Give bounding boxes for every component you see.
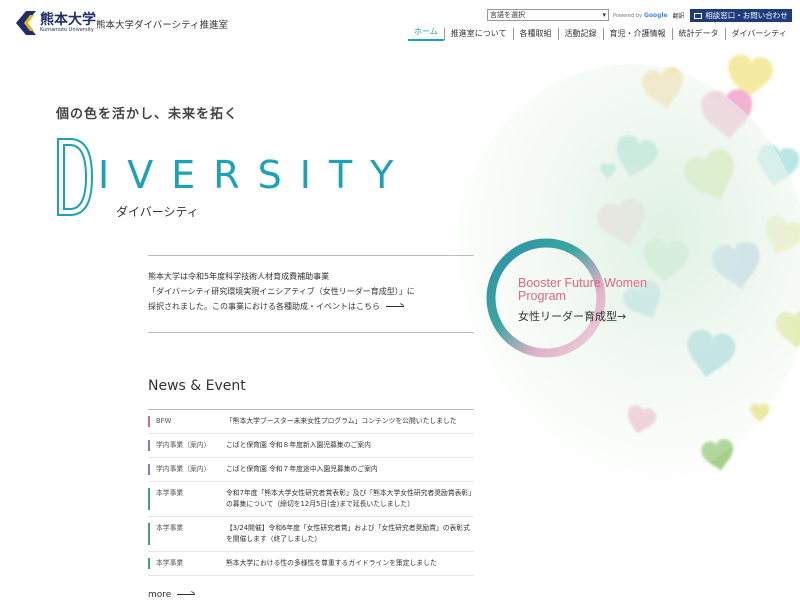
news-list: BFW 「熊本大学ブースター未来女性プログラム」コンテンツを公開いたしました 学… [148, 409, 474, 576]
bfw-title-line-2: Program [518, 289, 566, 303]
nav-diversity[interactable]: ダイバーシティ [724, 27, 793, 40]
arrow-right-icon [177, 594, 196, 595]
google-logo-text: Google [643, 12, 668, 19]
powered-by-text: Powered by [613, 12, 642, 19]
news-item[interactable]: 本学事業 【3/24開催】令和6年度「女性研究者賞」および「女性研究者奨励賞」の… [148, 517, 474, 552]
main-nav: ホーム 推進室について 各種取組 活動記録 育児・介護情報 統計データ ダイバー… [408, 26, 793, 41]
nav-activity-records[interactable]: 活動記録 [557, 27, 603, 40]
news-category: 本学事業 [148, 523, 226, 545]
news-item[interactable]: 本学事業 熊本大学における性の多様性を尊重するガイドラインを策定しました [148, 552, 474, 576]
translate-link[interactable]: 翻訳 [673, 11, 685, 20]
bfw-program-subtitle[interactable]: 女性リーダー育成型→ [518, 308, 626, 324]
news-text: 【3/24開催】令和6年度「女性研究者賞」および「女性研究者奨励賞」の表彰式を開… [226, 524, 470, 543]
news-category: 学内事業（案内） [148, 464, 226, 475]
news-item[interactable]: 学内事業（案内） こばと保育園 令和７年度途中入園児募集のご案内 [148, 458, 474, 482]
arrow-right-icon [386, 306, 404, 307]
news-item[interactable]: 学内事業（案内） こばと保育園 令和８年度新入園児募集のご案内 [148, 434, 474, 458]
news-text: 「熊本大学ブースター未来女性プログラム」コンテンツを公開いたしました [226, 417, 457, 425]
program-intro[interactable]: 熊本大学は令和5年度科学技術人材育成費補助事業 「ダイバーシティ研究環境実現イニ… [148, 255, 474, 333]
nav-statistics[interactable]: 統計データ [671, 27, 725, 40]
intro-line-2: 「ダイバーシティ研究環境実現イニシアティブ（女性リーダー育成型）」に [148, 287, 415, 296]
consultation-label: 相談窓口・お問い合わせ [705, 11, 788, 20]
more-label: more [148, 590, 172, 600]
diversity-title: IVERSITY [98, 153, 412, 197]
nav-home[interactable]: ホーム [408, 26, 444, 41]
news-text: こばと保育園 令和８年度新入園児募集のご案内 [226, 441, 371, 449]
nav-about[interactable]: 推進室について [443, 27, 513, 40]
hero-tagline: 個の色を活かし、未来を拓く [56, 107, 239, 122]
news-item[interactable]: 本学事業 令和7年度「熊本大学女性研究者賞表彰」及び「熊本大学女性研究者奨励賞表… [148, 482, 474, 517]
kumamoto-logo-mark-icon [16, 11, 36, 35]
google-translate-credit: Powered by Google 翻訳 [613, 11, 685, 20]
mail-icon [694, 12, 703, 19]
language-select[interactable]: 言語を選択 ▾ [487, 9, 609, 21]
news-item[interactable]: BFW 「熊本大学ブースター未来女性プログラム」コンテンツを公開いたしました [148, 410, 474, 434]
consultation-contact-button[interactable]: 相談窓口・お問い合わせ [690, 9, 792, 22]
news-category: 本学事業 [148, 488, 226, 510]
news-more-link[interactable]: more [148, 590, 196, 600]
university-logo[interactable]: 熊本大学 Kumamoto University [16, 11, 96, 35]
office-name[interactable]: 熊本大学ダイバーシティ推進室 [96, 17, 228, 31]
diversity-subtitle: ダイバーシティ [116, 205, 199, 219]
news-text: 令和7年度「熊本大学女性研究者賞表彰」及び「熊本大学女性研究者奨励賞表彰」の募集… [226, 489, 472, 508]
news-text: こばと保育園 令和７年度途中入園児募集のご案内 [226, 465, 378, 473]
intro-line-3: 採択されました。この事業における各種助成・イベントはこちら [148, 302, 380, 311]
diversity-initial-d: D [57, 138, 94, 216]
news-section-title: News & Event [148, 378, 246, 394]
logo-jp-text: 熊本大学 [40, 12, 96, 28]
site-header: 熊本大学 Kumamoto University 熊本大学ダイバーシティ推進室 … [0, 0, 800, 48]
intro-line-1: 熊本大学は令和5年度科学技術人材育成費補助事業 [148, 272, 330, 281]
chevron-down-icon: ▾ [602, 11, 606, 19]
news-text: 熊本大学における性の多様性を尊重するガイドラインを策定しました [226, 559, 437, 567]
logo-en-text: Kumamoto University [40, 27, 94, 33]
nav-initiatives[interactable]: 各種取組 [512, 27, 558, 40]
nav-childcare-info[interactable]: 育児・介護情報 [602, 27, 672, 40]
bfw-program-title[interactable]: Booster Future Women Program [518, 277, 647, 303]
news-category: 本学事業 [148, 558, 226, 569]
language-select-value: 言語を選択 [490, 11, 525, 19]
news-category: BFW [148, 416, 226, 427]
news-category: 学内事業（案内） [148, 440, 226, 451]
